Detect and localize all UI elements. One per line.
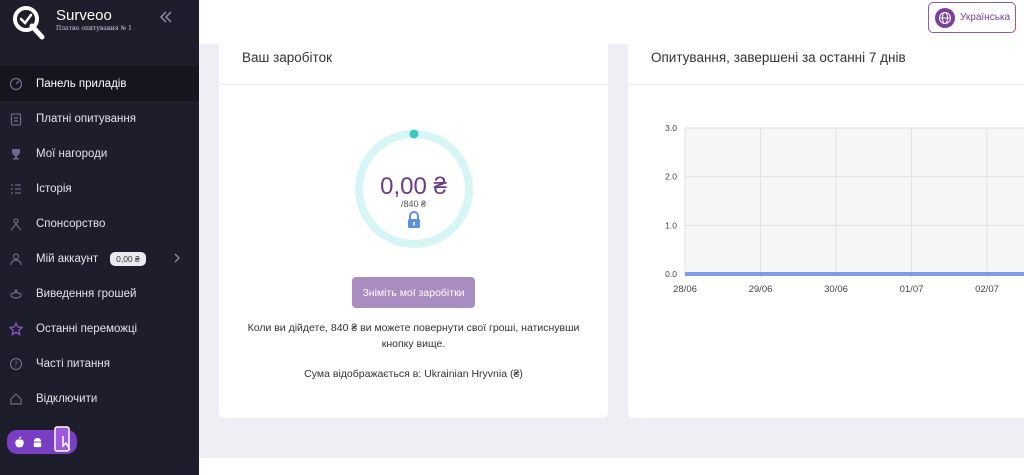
brand-tagline: Платне опитування № 1 [56, 25, 132, 32]
brand-name: Surveoo [56, 7, 112, 24]
sidebar-item-sponsorship[interactable]: Спонсорство [0, 206, 199, 241]
sidebar-nav: Панель приладів Платні опитування Мої на… [0, 66, 199, 416]
footer-strip [199, 458, 1024, 475]
sidebar-item-history[interactable]: Історія [0, 171, 199, 206]
user-icon [9, 252, 23, 266]
sidebar: Surveoo Платне опитування № 1 Панель при… [0, 0, 199, 475]
list-icon [9, 182, 23, 196]
earnings-target: /840 ₴ [400, 199, 427, 209]
sidebar-item-paid-surveys[interactable]: Платні опитування [0, 101, 199, 136]
apple-icon[interactable] [13, 435, 26, 449]
home-icon [9, 392, 23, 406]
sidebar-item-label: Мій аккаунт [36, 252, 99, 265]
sidebar-item-account[interactable]: Мій аккаунт 0,00 ₴ [0, 241, 199, 276]
x-tick-label: 29/06 [749, 284, 773, 295]
sidebar-item-label: Відключити [36, 392, 98, 405]
double-chevron-left-icon[interactable] [158, 9, 174, 25]
top-bar: Українська [199, 0, 1024, 44]
language-label: Українська [960, 12, 1011, 23]
surveys-line-chart: 0.0 1.0 2.0 3.0 28/06 29/06 30/06 01/07 02/07 [665, 123, 1024, 295]
star-icon [9, 321, 23, 336]
plot-area [685, 128, 1024, 274]
sidebar-item-label: Історія [36, 182, 72, 195]
money-icon [9, 287, 23, 301]
sidebar-item-faq[interactable]: ? Часті питання [0, 346, 199, 381]
sidebar-item-label: Останні переможці [36, 322, 138, 335]
sidebar-item-dashboard[interactable]: Панель приладів [0, 66, 199, 101]
sidebar-item-withdraw[interactable]: Виведення грошей [0, 276, 199, 311]
mobile-apps-bar [7, 426, 77, 454]
earnings-card: Ваш заробіток 0,00 ₴ /840 ₴ Зніміть мої … [219, 40, 608, 418]
y-tick-label: 3.0 [665, 123, 677, 133]
x-tick-label: 01/07 [900, 284, 924, 295]
svg-text:?: ? [14, 360, 18, 369]
surveoo-logo-icon [13, 6, 45, 40]
withdraw-button[interactable]: Зніміть мої заробітки [352, 277, 475, 308]
x-tick-label: 02/07 [975, 284, 999, 295]
sidebar-item-label: Мої нагороди [36, 147, 108, 160]
earnings-title: Ваш заробіток [242, 50, 332, 65]
sidebar-item-winners[interactable]: Останні переможці [0, 311, 199, 346]
divider [628, 84, 1024, 85]
sidebar-item-label: Панель приладів [36, 77, 127, 90]
withdraw-info-text: Коли ви дійдете, 840 ₴ ви можете поверну… [247, 322, 580, 350]
people-icon [9, 217, 23, 231]
sidebar-item-label: Спонсорство [36, 217, 106, 230]
x-tick-label: 30/06 [824, 284, 848, 295]
sidebar-item-label: Виведення грошей [36, 287, 137, 300]
chart-card-title: Опитування, завершені за останні 7 днів [651, 50, 906, 65]
earnings-amount: 0,00 ₴ [380, 173, 447, 200]
sidebar-item-rewards[interactable]: Мої нагороди [0, 136, 199, 171]
x-tick-label: 28/06 [673, 284, 697, 295]
trophy-icon [9, 147, 23, 161]
clipboard-icon [9, 112, 23, 126]
sidebar-item-label: Платні опитування [36, 112, 136, 125]
surveys-chart-card: Опитування, завершені за останні 7 днів … [628, 40, 1024, 418]
chevron-right-icon [174, 253, 180, 263]
y-tick-label: 0.0 [665, 269, 677, 279]
language-selector[interactable]: Українська [928, 2, 1016, 33]
sidebar-item-label: Часті питання [36, 357, 110, 370]
y-tick-label: 2.0 [665, 172, 677, 182]
divider [219, 84, 608, 85]
y-tick-label: 1.0 [665, 220, 677, 230]
android-icon[interactable] [31, 436, 44, 449]
sidebar-item-logout[interactable]: Відключити [0, 381, 199, 416]
lock-icon [408, 211, 420, 228]
dashboard-icon [9, 77, 23, 91]
phone-touch-icon[interactable] [52, 426, 76, 454]
balance-badge: 0,00 ₴ [110, 251, 146, 266]
progress-marker [409, 129, 419, 139]
globe-icon [935, 7, 955, 28]
currency-info-text: Сума відображається в: Ukrainian Hryvnia… [304, 368, 523, 380]
question-icon: ? [9, 357, 23, 371]
